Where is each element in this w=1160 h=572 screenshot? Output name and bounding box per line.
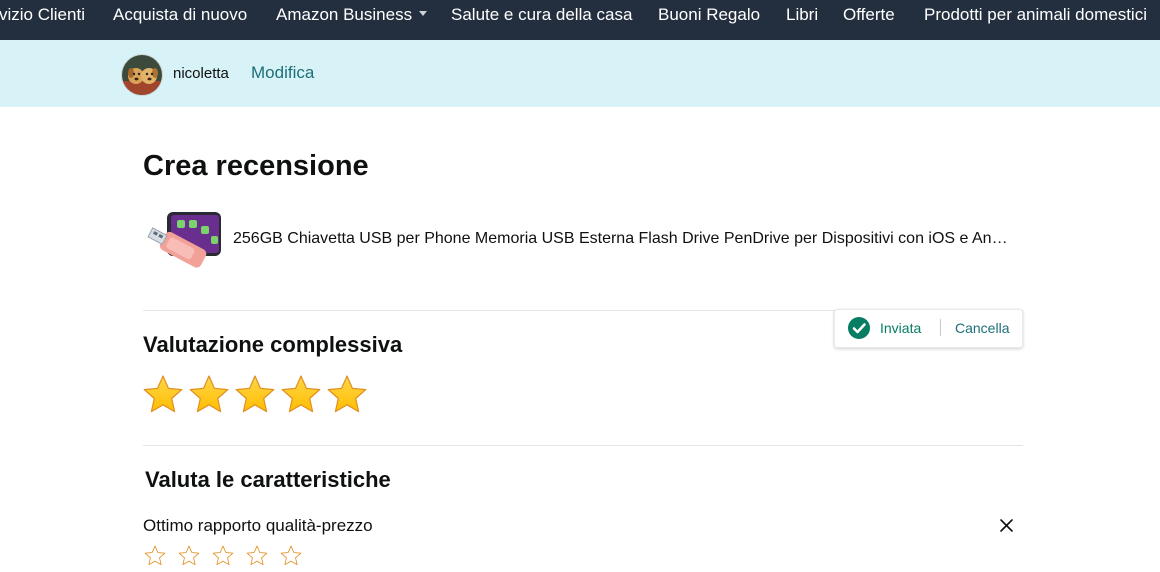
product-title: 256GB Chiavetta USB per Phone Memoria US… [233, 230, 1013, 247]
top-nav-bar: vizio Clienti Acquista di nuovo Amazon B… [0, 0, 1160, 40]
star-icon-filled[interactable] [326, 374, 368, 416]
nav-item-customer-service[interactable]: vizio Clienti [0, 0, 85, 40]
star-icon-empty[interactable] [280, 545, 302, 567]
close-icon[interactable] [998, 517, 1015, 534]
nav-item-amazon-business[interactable]: Amazon Business [276, 0, 428, 40]
page-title: Crea recensione [143, 150, 369, 182]
check-circle-icon [848, 317, 870, 339]
separator [940, 319, 941, 336]
divider [143, 445, 1023, 446]
edit-profile-link[interactable]: Modifica [251, 63, 314, 83]
product-image [143, 212, 221, 278]
nav-item-gift-cards[interactable]: Buoni Regalo [658, 0, 760, 40]
review-status-pill: Inviata Cancella [834, 309, 1023, 348]
profile-band: nicoletta Modifica [0, 40, 1160, 107]
star-icon-empty[interactable] [246, 545, 268, 567]
feature-star-rating[interactable] [144, 545, 314, 567]
nav-item-pet-supplies[interactable]: Prodotti per animali domestici [924, 0, 1147, 40]
nav-item-amazon-business-label: Amazon Business [276, 5, 413, 24]
status-sent-label: Inviata [880, 320, 922, 336]
star-icon-empty[interactable] [212, 545, 234, 567]
star-icon-filled[interactable] [234, 374, 276, 416]
cancel-link[interactable]: Cancella [955, 320, 1009, 336]
star-icon-empty[interactable] [178, 545, 200, 567]
chevron-down-icon [419, 11, 428, 17]
avatar[interactable] [121, 54, 163, 96]
features-heading: Valuta le caratteristiche [145, 467, 391, 492]
star-icon-filled[interactable] [142, 374, 184, 416]
nav-item-buy-again[interactable]: Acquista di nuovo [113, 0, 247, 40]
profile-name: nicoletta [173, 65, 229, 82]
overall-star-rating[interactable] [142, 374, 372, 416]
star-icon-empty[interactable] [144, 545, 166, 567]
nav-item-books[interactable]: Libri [786, 0, 818, 40]
nav-item-deals[interactable]: Offerte [843, 0, 895, 40]
feature-label-value-for-money: Ottimo rapporto qualità-prezzo [143, 516, 373, 535]
star-icon-filled[interactable] [188, 374, 230, 416]
star-icon-filled[interactable] [280, 374, 322, 416]
nav-item-health-home[interactable]: Salute e cura della casa [451, 0, 632, 40]
overall-rating-heading: Valutazione complessiva [143, 332, 403, 357]
